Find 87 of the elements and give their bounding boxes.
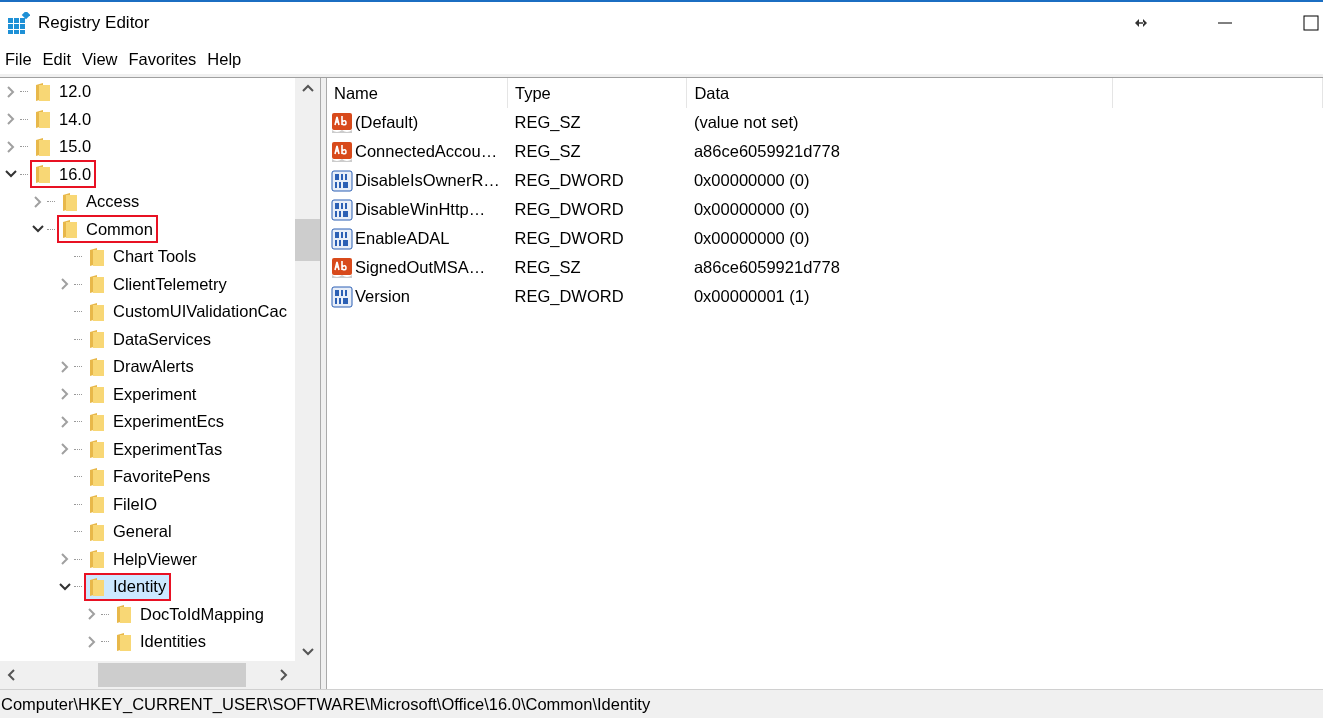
folder-icon	[89, 549, 105, 570]
folder-icon	[62, 219, 78, 240]
value-type: REG_DWORD	[514, 229, 624, 247]
folder-icon	[89, 494, 105, 515]
folder-icon	[35, 136, 51, 157]
value-type: REG_DWORD	[514, 200, 624, 218]
tree-item[interactable]: Identity	[84, 572, 172, 601]
value-data: 0x00000000 (0)	[693, 229, 810, 247]
folder-icon	[89, 384, 105, 405]
value-data: a86ce6059921d778	[693, 258, 840, 276]
scrollbar-thumb[interactable]	[295, 218, 320, 261]
maximize-icon[interactable]	[1303, 15, 1319, 31]
scrollbar-thumb[interactable]	[98, 663, 246, 687]
value-data: 0x00000000 (0)	[693, 200, 810, 218]
folder-icon	[116, 604, 132, 625]
value-name: SignedOutMSA…	[355, 258, 486, 277]
folder-icon	[89, 274, 105, 295]
folder-icon	[89, 411, 105, 432]
value-name: Version	[355, 287, 411, 306]
value-type: REG_SZ	[514, 142, 581, 160]
string-value-icon	[331, 140, 353, 163]
binary-value-icon	[331, 227, 353, 250]
menu-item[interactable]: Edit	[37, 49, 78, 69]
value-data: (value not set)	[693, 113, 799, 131]
tree-item[interactable]: Chart Tools	[84, 242, 202, 271]
tree-item[interactable]: 14.0	[30, 105, 97, 134]
tree-item[interactable]: Common	[57, 215, 158, 244]
tree-item[interactable]: Identities	[111, 627, 212, 656]
horizontal-scrollbar[interactable]	[0, 661, 295, 689]
folder-icon	[35, 164, 51, 185]
value-name: DisableWinHttp…	[355, 200, 486, 219]
string-value-icon	[331, 256, 353, 279]
tree-item[interactable]: Experiment	[84, 380, 202, 409]
value-name: DisableIsOwnerR…	[355, 171, 500, 190]
value-type: REG_SZ	[514, 258, 581, 276]
folder-icon	[35, 81, 51, 102]
tree-item[interactable]: FileIO	[84, 490, 162, 519]
folder-icon	[89, 246, 105, 267]
value-name: (Default)	[355, 113, 419, 132]
value-type: REG_DWORD	[514, 171, 624, 189]
folder-icon	[89, 576, 105, 597]
tree-item[interactable]: DocToIdMapping	[111, 600, 269, 629]
tree-item[interactable]: FavoritePens	[84, 462, 216, 491]
binary-value-icon	[331, 169, 353, 192]
menu-item[interactable]: View	[77, 49, 124, 69]
folder-icon	[89, 521, 105, 542]
tree-item[interactable]: 15.0	[30, 132, 97, 161]
folder-icon	[89, 301, 105, 322]
value-type: REG_SZ	[514, 113, 581, 131]
tree-item[interactable]: General	[84, 517, 177, 546]
value-data: 0x00000000 (0)	[693, 171, 810, 189]
resize-arrows-icon	[1135, 19, 1147, 27]
folder-icon	[62, 191, 78, 212]
value-data: a86ce6059921d778	[693, 142, 840, 160]
tree-item[interactable]: DrawAlerts	[84, 352, 199, 381]
tree-item[interactable]: 16.0	[30, 160, 97, 189]
vertical-scrollbar[interactable]	[295, 78, 320, 661]
menu-item[interactable]: Favorites	[123, 49, 203, 69]
column-header[interactable]: Data	[686, 78, 1113, 108]
folder-icon	[89, 356, 105, 377]
string-value-icon	[331, 111, 353, 134]
folder-icon	[89, 439, 105, 460]
value-name: EnableADAL	[355, 229, 450, 248]
menu-item[interactable]: Help	[202, 49, 248, 69]
tree-item[interactable]: 12.0	[30, 78, 97, 106]
tree-item[interactable]: ExperimentEcs	[84, 407, 229, 436]
registry-grid-icon	[8, 12, 30, 34]
value-name: ConnectedAccou…	[355, 142, 498, 161]
tree-item[interactable]: ClientTelemetry	[84, 270, 232, 299]
window-title: Registry Editor	[38, 13, 150, 33]
folder-icon	[35, 109, 51, 130]
column-header[interactable]: Name	[327, 78, 508, 108]
binary-value-icon	[331, 198, 353, 221]
menu-item[interactable]: File	[0, 49, 38, 69]
column-header[interactable]: Type	[507, 78, 687, 108]
folder-icon	[89, 466, 105, 487]
value-data: 0x00000001 (1)	[693, 287, 810, 305]
status-path: Computer\HKEY_CURRENT_USER\SOFTWARE\Microsoft\Office\16.0\Common\Identity	[0, 694, 651, 714]
tree-item[interactable]: ExperimentTas	[84, 435, 228, 464]
tree-item[interactable]: HelpViewer	[84, 545, 203, 574]
binary-value-icon	[331, 285, 353, 308]
tree-item[interactable]: DataServices	[84, 325, 217, 354]
tree-item[interactable]: CustomUIValidationCac	[84, 297, 292, 326]
folder-icon	[89, 329, 105, 350]
tree-item[interactable]: Access	[57, 187, 145, 216]
value-type: REG_DWORD	[514, 287, 624, 305]
folder-icon	[116, 631, 132, 652]
